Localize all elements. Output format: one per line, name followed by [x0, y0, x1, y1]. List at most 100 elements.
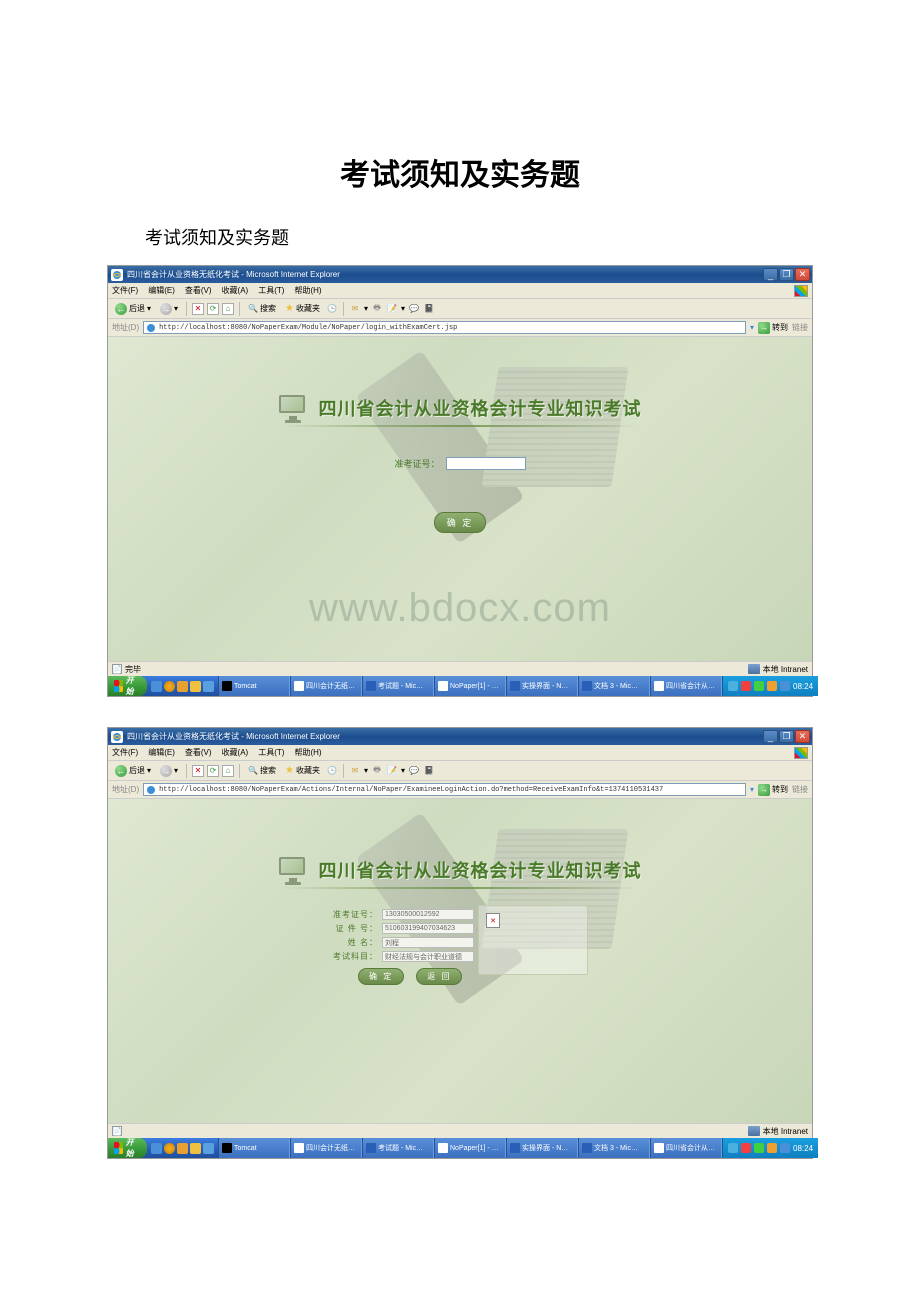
task-item[interactable]: 实操界面 - N…	[506, 676, 578, 696]
stop-icon[interactable]: ✕	[192, 765, 204, 777]
home-icon[interactable]: ⌂	[222, 303, 234, 315]
links-label[interactable]: 链接	[792, 784, 808, 795]
go-button[interactable]: →转到	[758, 322, 788, 334]
address-bar: 地址(D) http://localhost:8080/NoPaperExam/…	[108, 319, 812, 337]
tray-icon[interactable]	[767, 1143, 777, 1153]
start-button[interactable]: 开始	[108, 1138, 147, 1158]
tray-icon[interactable]	[780, 681, 790, 691]
ql-ie-icon[interactable]	[151, 1143, 162, 1154]
tray-icon[interactable]	[754, 681, 764, 691]
menu-favorites[interactable]: 收藏(A)	[222, 285, 249, 296]
confirm-button[interactable]: 确 定	[434, 512, 487, 533]
task-item[interactable]: 四川会计无纸…	[290, 676, 362, 696]
tray-icon[interactable]	[741, 681, 751, 691]
forward-button[interactable]: → ▾	[157, 302, 181, 316]
back-button[interactable]: ←后退 ▾	[112, 302, 154, 316]
tray-clock: 08:24	[793, 1144, 813, 1153]
minimize-button[interactable]: _	[763, 268, 778, 281]
refresh-icon[interactable]: ⟳	[207, 303, 219, 315]
address-input[interactable]: http://localhost:8080/NoPaperExam/Module…	[143, 321, 746, 334]
menu-view[interactable]: 查看(V)	[185, 747, 212, 758]
close-button[interactable]: ✕	[795, 730, 810, 743]
forward-button[interactable]: → ▾	[157, 764, 181, 778]
task-item[interactable]: NoPaper[1] - …	[434, 676, 506, 696]
watermark: www.bdocx.com	[108, 586, 812, 631]
ql-ie-icon[interactable]	[151, 681, 162, 692]
favorites-button[interactable]: ★收藏夹	[282, 764, 323, 777]
maximize-button[interactable]: ❐	[779, 268, 794, 281]
print-icon[interactable]: 🖶	[371, 765, 383, 777]
discuss-icon[interactable]: 💬	[408, 765, 420, 777]
status-bar: 📄 完毕 本地 Intranet	[108, 661, 812, 676]
favorites-button[interactable]: ★收藏夹	[282, 302, 323, 315]
page-content: 四川省会计从业资格会计专业知识考试 准考证号： 确 定 www.bdocx.co…	[108, 337, 812, 661]
tray-icon[interactable]	[728, 681, 738, 691]
menu-help[interactable]: 帮助(H)	[294, 747, 321, 758]
maximize-button[interactable]: ❐	[779, 730, 794, 743]
search-button[interactable]: 🔍搜索	[245, 302, 279, 315]
menu-tools[interactable]: 工具(T)	[258, 285, 284, 296]
task-item[interactable]: 考试题 - Mic…	[362, 1138, 434, 1158]
login-form-1: 准考证号： 确 定	[108, 457, 812, 533]
stop-icon[interactable]: ✕	[192, 303, 204, 315]
refresh-icon[interactable]: ⟳	[207, 765, 219, 777]
dropdown-arrow-icon[interactable]: ▾	[750, 323, 754, 332]
research-icon[interactable]: 📓	[423, 765, 435, 777]
go-button[interactable]: →转到	[758, 784, 788, 796]
minimize-button[interactable]: _	[763, 730, 778, 743]
back-button[interactable]: 返 回	[416, 968, 462, 985]
task-item[interactable]: 四川会计无纸…	[290, 1138, 362, 1158]
tray-icon[interactable]	[741, 1143, 751, 1153]
history-icon[interactable]: 🕒	[326, 303, 338, 315]
address-input[interactable]: http://localhost:8080/NoPaperExam/Action…	[143, 783, 746, 796]
menu-tools[interactable]: 工具(T)	[258, 747, 284, 758]
ql-desktop-icon[interactable]	[203, 1143, 214, 1154]
mail-icon[interactable]: ✉	[349, 765, 361, 777]
home-icon[interactable]: ⌂	[222, 765, 234, 777]
start-button[interactable]: 开始	[108, 676, 147, 696]
confirm-button[interactable]: 确 定	[358, 968, 404, 985]
close-button[interactable]: ✕	[795, 268, 810, 281]
tray-icon[interactable]	[780, 1143, 790, 1153]
menu-help[interactable]: 帮助(H)	[294, 285, 321, 296]
ticket-input[interactable]	[446, 457, 526, 470]
menu-favorites[interactable]: 收藏(A)	[222, 747, 249, 758]
menu-edit[interactable]: 编辑(E)	[148, 285, 175, 296]
dropdown-arrow-icon[interactable]: ▾	[750, 785, 754, 794]
ql-folder-icon[interactable]	[177, 681, 188, 692]
edit-icon[interactable]: 📝	[386, 303, 398, 315]
history-icon[interactable]: 🕒	[326, 765, 338, 777]
menu-file[interactable]: 文件(F)	[112, 747, 138, 758]
task-item[interactable]: 实操界面 - N…	[506, 1138, 578, 1158]
task-item[interactable]: 四川省会计从…	[650, 676, 722, 696]
menu-edit[interactable]: 编辑(E)	[148, 747, 175, 758]
menu-view[interactable]: 查看(V)	[185, 285, 212, 296]
discuss-icon[interactable]: 💬	[408, 303, 420, 315]
ql-folder-icon[interactable]	[177, 1143, 188, 1154]
edit-icon[interactable]: 📝	[386, 765, 398, 777]
zone-text: 本地 Intranet	[763, 664, 808, 675]
ql-desktop-icon[interactable]	[203, 681, 214, 692]
task-item[interactable]: 文档 3 - Mic…	[578, 676, 650, 696]
task-item[interactable]: Tomcat	[218, 1138, 290, 1158]
tray-icon[interactable]	[728, 1143, 738, 1153]
menu-file[interactable]: 文件(F)	[112, 285, 138, 296]
mail-icon[interactable]: ✉	[349, 303, 361, 315]
print-icon[interactable]: 🖶	[371, 303, 383, 315]
tray-icon[interactable]	[767, 681, 777, 691]
task-item[interactable]: Tomcat	[218, 676, 290, 696]
ql-app-icon[interactable]	[190, 1143, 201, 1154]
search-button[interactable]: 🔍搜索	[245, 764, 279, 777]
ql-media-icon[interactable]	[164, 681, 175, 692]
task-item[interactable]: NoPaper[1] - …	[434, 1138, 506, 1158]
ql-media-icon[interactable]	[164, 1143, 175, 1154]
task-item[interactable]: 考试题 - Mic…	[362, 676, 434, 696]
task-item[interactable]: 四川省会计从…	[650, 1138, 722, 1158]
ql-app-icon[interactable]	[190, 681, 201, 692]
task-item[interactable]: 文档 3 - Mic…	[578, 1138, 650, 1158]
back-button[interactable]: ←后退 ▾	[112, 764, 154, 778]
tray-icon[interactable]	[754, 1143, 764, 1153]
research-icon[interactable]: 📓	[423, 303, 435, 315]
address-label: 地址(D)	[112, 784, 139, 795]
links-label[interactable]: 链接	[792, 322, 808, 333]
